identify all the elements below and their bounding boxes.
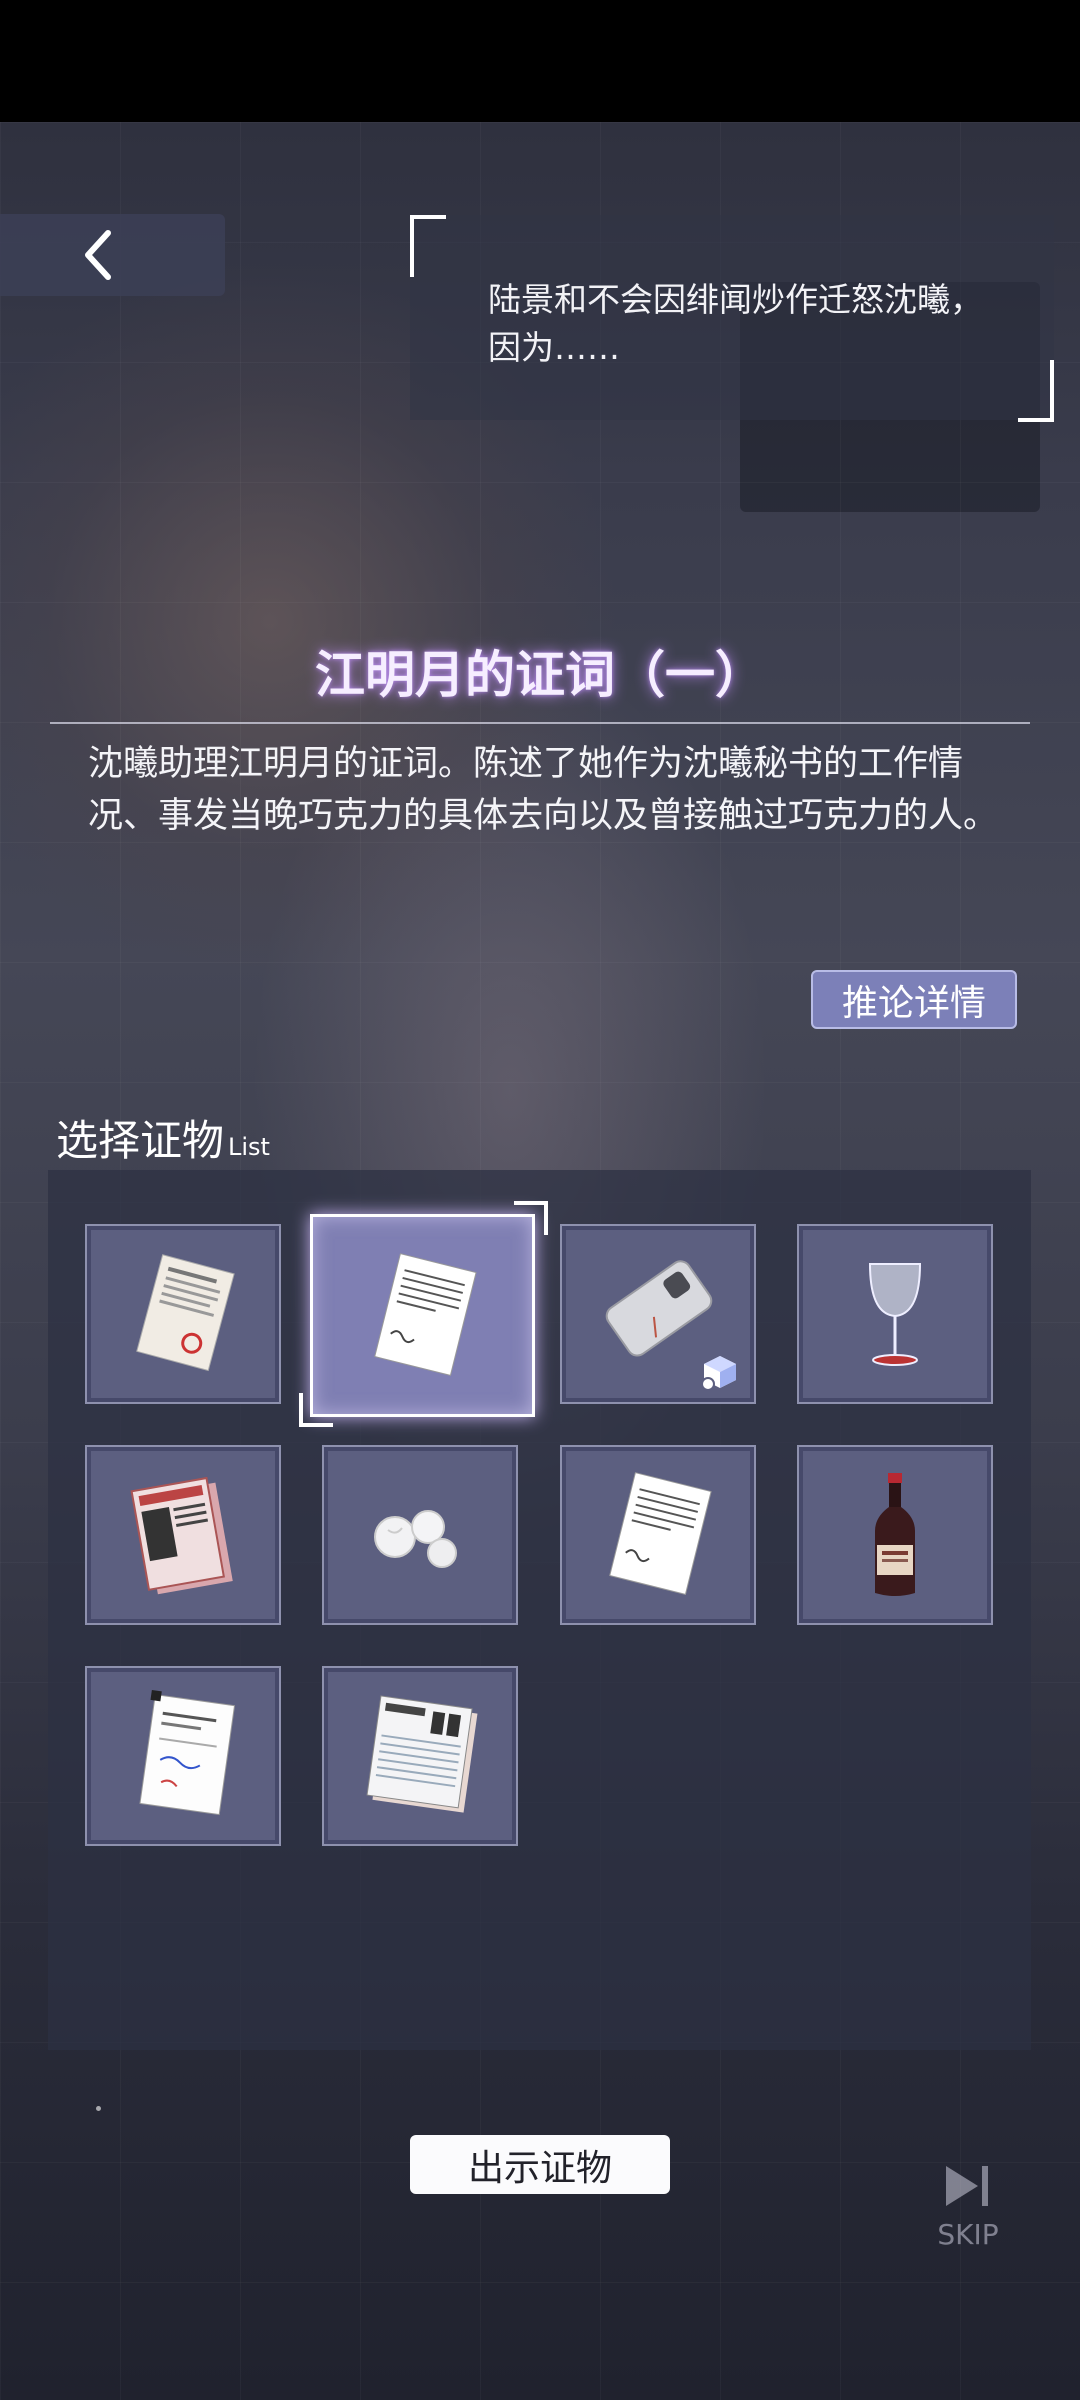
evidence-item-smartphone[interactable]: [560, 1224, 756, 1404]
testimony-paper-02-icon: [609, 1472, 712, 1596]
wine-bottle-icon: [875, 1473, 915, 1596]
evidence-description: 沈曦助理江明月的证词。陈述了她作为沈曦秘书的工作情况、事发当晚巧克力的具体去向以…: [88, 744, 999, 836]
tissue-balls-icon: [374, 1510, 457, 1568]
testimony-paper-01-icon: [373, 1252, 477, 1376]
deduction-detail-button[interactable]: 推论详情: [811, 970, 1017, 1029]
title-divider: [50, 722, 1030, 724]
evidence-item-certificate[interactable]: [85, 1666, 281, 1846]
selection-corner-top-right: [514, 1201, 548, 1235]
present-evidence-button[interactable]: 出示证物: [410, 2135, 670, 2194]
skip-button[interactable]: SKIP: [928, 2162, 1008, 2272]
certificate-icon: [139, 1690, 236, 1816]
evidence-item-magazine[interactable]: [85, 1445, 281, 1625]
3d-view-icon: [701, 1356, 736, 1391]
wine-glass-icon: [868, 1263, 922, 1366]
question-text: 陆景和不会因绯闻炒作迁怒沈曦，因为……: [488, 280, 983, 367]
report-sheet-icon: [366, 1695, 478, 1813]
evidence-item-testimony-02[interactable]: [560, 1445, 756, 1625]
magazine-icon: [130, 1476, 233, 1595]
sparkle-decoration: [96, 2106, 101, 2111]
bracket-bottom-right: [1018, 360, 1054, 422]
chevron-left-icon: [84, 230, 111, 280]
evidence-item-document[interactable]: [85, 1224, 281, 1404]
select-evidence-label: 选择证物 List: [56, 1107, 270, 1168]
evidence-item-wine-bottle[interactable]: [797, 1445, 993, 1625]
status-bar: [0, 0, 1080, 122]
select-evidence-label-sub: List: [228, 1133, 270, 1161]
back-button[interactable]: [0, 214, 225, 296]
skip-icon: [946, 2166, 988, 2206]
bracket-top-left: [410, 215, 446, 277]
document-icon: [136, 1254, 235, 1372]
selection-corner-bottom-left: [299, 1393, 333, 1427]
evidence-item-report[interactable]: [322, 1666, 518, 1846]
select-evidence-label-text: 选择证物: [56, 1116, 225, 1165]
evidence-item-testimony-01[interactable]: [310, 1214, 535, 1417]
evidence-item-tissues[interactable]: [322, 1445, 518, 1625]
evidence-item-wine-glass[interactable]: [797, 1224, 993, 1404]
skip-label: SKIP: [937, 2218, 999, 2251]
evidence-title: 江明月的证词（一）: [315, 646, 765, 704]
